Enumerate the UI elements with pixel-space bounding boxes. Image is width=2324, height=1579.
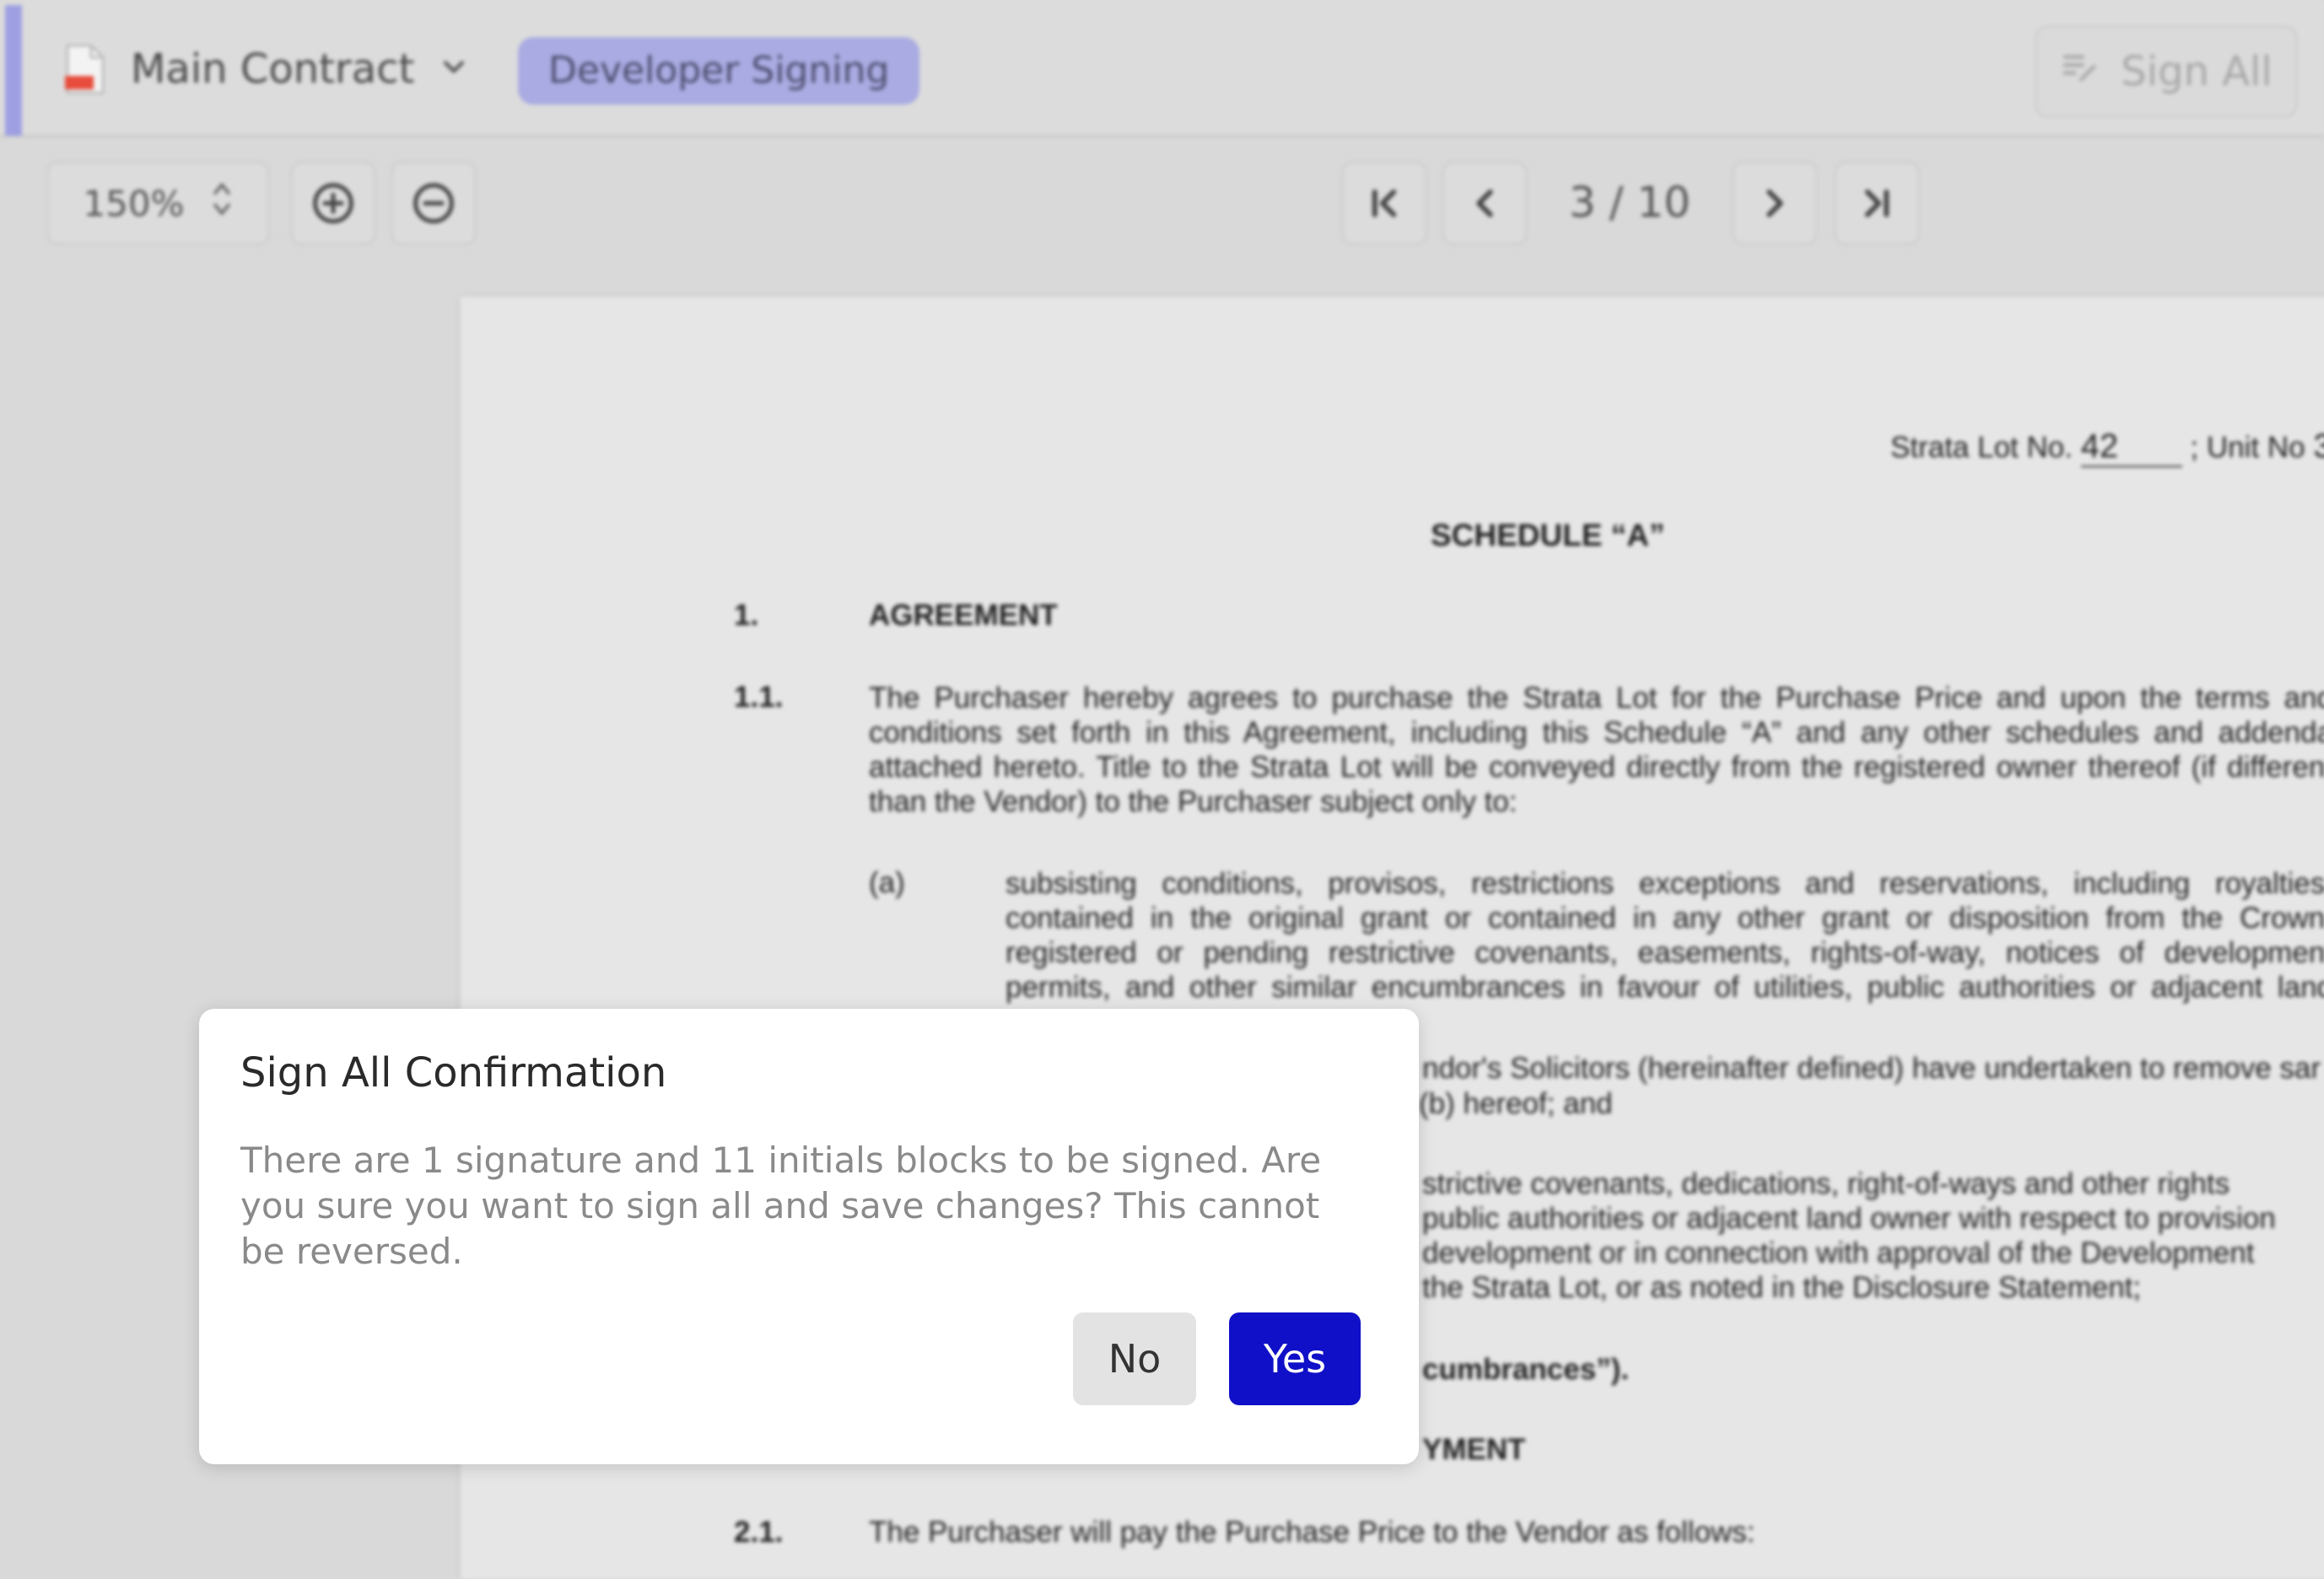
unit-label: ; Unit No bbox=[2190, 431, 2305, 464]
subclause-text: public authorities or adjacent land owne… bbox=[1422, 1202, 2276, 1235]
dialog-title: Sign All Confirmation bbox=[240, 1049, 667, 1097]
subclause-text: development or in connection with approv… bbox=[1422, 1237, 2255, 1269]
last-page-button[interactable] bbox=[1834, 161, 1920, 245]
up-down-chevron-icon bbox=[210, 178, 234, 229]
schedule-title: SCHEDULE “A” bbox=[1431, 518, 1665, 552]
clause-text: The Purchaser will pay the Purchase Pric… bbox=[869, 1516, 1755, 1549]
header-accent-bar bbox=[5, 5, 22, 136]
sign-all-label: Sign All bbox=[2121, 48, 2273, 95]
zoom-in-button[interactable] bbox=[290, 161, 376, 245]
strata-lot-value: 42 bbox=[2080, 428, 2182, 467]
strata-lot-line: Strata Lot No. 42 ; Unit No 3 bbox=[1890, 428, 2324, 467]
sign-all-button[interactable]: Sign All bbox=[2035, 25, 2298, 118]
section-heading: AGREEMENT bbox=[869, 599, 1058, 632]
chevron-left-icon bbox=[1476, 189, 1493, 218]
document-name: Main Contract bbox=[131, 46, 415, 93]
viewer-toolbar: 150% 3 / 10 bbox=[0, 137, 2324, 272]
zoom-value: 150% bbox=[83, 182, 185, 224]
section-number: 1. bbox=[734, 599, 759, 632]
chevron-down-icon bbox=[439, 53, 468, 85]
signature-list-icon bbox=[2060, 47, 2099, 96]
subclause-text: ndor's Solicitors (hereinafter defined) … bbox=[1422, 1052, 2321, 1085]
unit-value: 3 bbox=[2313, 428, 2324, 465]
pdf-file-icon bbox=[63, 44, 105, 94]
subclause-text: strictive covenants, dedications, right-… bbox=[1422, 1167, 2230, 1200]
yes-button[interactable]: Yes bbox=[1229, 1312, 1361, 1405]
subclause-text: (b) hereof; and bbox=[1419, 1087, 1613, 1120]
dialog-message: There are 1 signature and 11 initials bl… bbox=[240, 1140, 1322, 1272]
document-header: Main Contract Developer Signing Sign All bbox=[0, 0, 2324, 137]
clause-number: 2.1. bbox=[734, 1516, 784, 1549]
first-page-button[interactable] bbox=[1341, 161, 1427, 245]
strata-lot-label: Strata Lot No. bbox=[1890, 431, 2073, 464]
encumbrances-text: cumbrances”). bbox=[1422, 1353, 1630, 1386]
subclause-label: (a) bbox=[869, 866, 905, 899]
document-selector[interactable]: Main Contract bbox=[63, 35, 468, 103]
zoom-out-button[interactable] bbox=[391, 161, 477, 245]
zoom-level-select[interactable]: 150% bbox=[46, 161, 270, 245]
clause-number: 1.1. bbox=[734, 681, 784, 714]
chevron-right-icon bbox=[1766, 189, 1783, 218]
sign-all-confirmation-dialog: Sign All Confirmation There are 1 signat… bbox=[199, 1009, 1419, 1464]
no-button[interactable]: No bbox=[1073, 1312, 1196, 1405]
previous-page-button[interactable] bbox=[1442, 161, 1528, 245]
last-page-icon bbox=[1864, 189, 1890, 218]
zoom-in-icon bbox=[313, 183, 353, 224]
next-page-button[interactable] bbox=[1732, 161, 1818, 245]
section-heading: YMENT bbox=[1422, 1433, 1526, 1466]
first-page-icon bbox=[1372, 189, 1397, 218]
subclause-text: the Strata Lot, or as noted in the Discl… bbox=[1422, 1271, 2142, 1304]
status-badge: Developer Signing bbox=[518, 37, 920, 105]
zoom-out-icon bbox=[413, 183, 454, 224]
page-indicator: 3 / 10 bbox=[1569, 178, 1691, 227]
clause-text: The Purchaser hereby agrees to purchase … bbox=[869, 682, 2324, 818]
